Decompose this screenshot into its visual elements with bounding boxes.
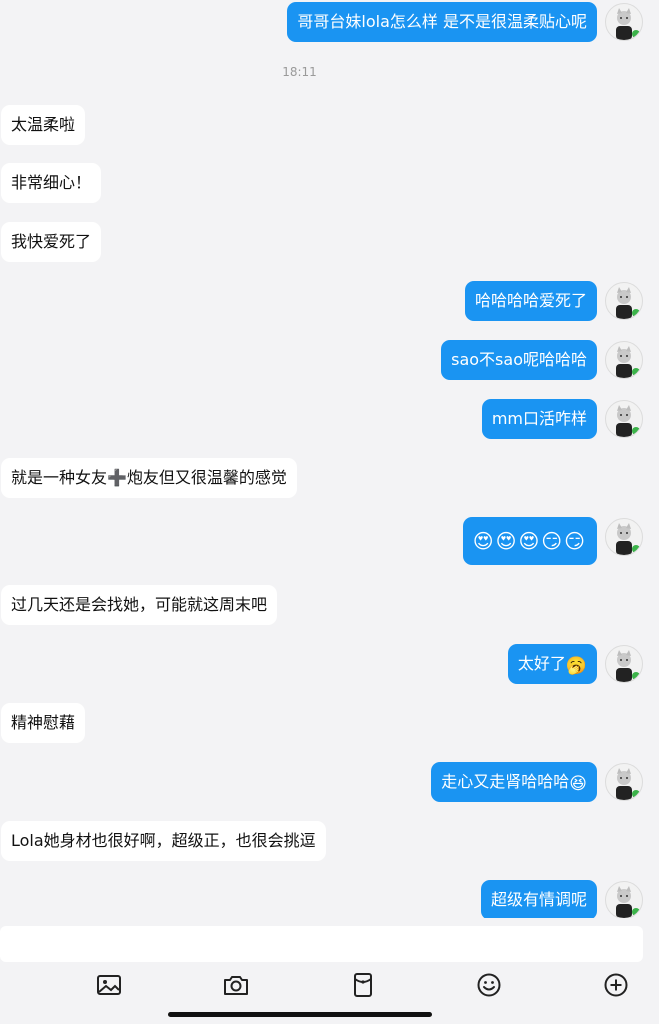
message-bubble-incoming[interactable]: 过几天还是会找她，可能就这周末吧: [1, 585, 278, 625]
image-icon[interactable]: [94, 970, 124, 1000]
message-row: 我快爱死了: [0, 222, 659, 262]
message-bubble-outgoing[interactable]: sao不sao呢哈哈哈: [441, 340, 597, 380]
message-text: 过几天还是会找她，可能就这周末吧: [11, 595, 268, 614]
camera-icon[interactable]: [221, 970, 251, 1000]
emoji-sticker: 🥱: [565, 656, 587, 676]
emoji-sticker: 😆: [569, 774, 587, 794]
message-row: Lola她身材也很好啊，超级正，也很会挑逗: [0, 821, 659, 861]
user-avatar[interactable]: [605, 881, 643, 919]
message-text: mm口活咋样: [491, 409, 587, 428]
user-avatar[interactable]: [605, 763, 643, 801]
message-row: 太好了🥱: [0, 644, 659, 684]
input-area: [0, 918, 659, 1024]
message-bubble-outgoing[interactable]: 😍😍😍😏😏: [462, 517, 597, 565]
message-row: sao不sao呢哈哈哈: [0, 340, 659, 380]
user-avatar[interactable]: [605, 518, 643, 556]
input-toolbar: [0, 970, 659, 1000]
message-bubble-incoming[interactable]: 非常细心！: [1, 163, 102, 203]
message-row: 非常细心！: [0, 163, 659, 203]
message-text: 太好了: [517, 654, 566, 673]
home-indicator: [168, 1012, 432, 1017]
red-packet-icon[interactable]: [348, 970, 378, 1000]
message-bubble-incoming[interactable]: 精神慰藉: [1, 703, 86, 743]
message-text: 哈哈哈哈爱死了: [474, 291, 587, 310]
message-text: 精神慰藉: [11, 713, 76, 732]
message-row: 就是一种女友➕炮友但又很温馨的感觉: [0, 458, 659, 498]
message-bubble-outgoing[interactable]: 哈哈哈哈爱死了: [464, 281, 597, 321]
message-row: mm口活咋样: [0, 399, 659, 439]
message-bubble-incoming[interactable]: Lola她身材也很好啊，超级正，也很会挑逗: [1, 821, 326, 861]
message-bubble-outgoing[interactable]: mm口活咋样: [481, 399, 597, 439]
message-bubble-incoming[interactable]: 我快爱死了: [1, 222, 102, 262]
message-row: 过几天还是会找她，可能就这周末吧: [0, 585, 659, 625]
message-text: sao不sao呢哈哈哈: [451, 350, 587, 369]
message-text: Lola她身材也很好啊，超级正，也很会挑逗: [11, 831, 316, 850]
message-row: 精神慰藉: [0, 703, 659, 743]
message-bubble-outgoing[interactable]: 超级有情调呢: [480, 880, 597, 920]
message-text: 超级有情调呢: [490, 890, 587, 909]
message-text: 就是一种女友➕炮友但又很温馨的感觉: [11, 468, 287, 487]
chat-history[interactable]: 哥哥台妹lola怎么样 是不是很温柔贴心呢 18:11 太温柔啦 非常细心！ 我…: [0, 0, 659, 920]
user-avatar[interactable]: [605, 341, 643, 379]
message-row: 走心又走肾哈哈哈😆: [0, 762, 659, 802]
emoji-sticker: 😍😍😍😏😏: [472, 529, 587, 553]
message-bubble-outgoing[interactable]: 走心又走肾哈哈哈😆: [431, 762, 597, 802]
message-bubble-outgoing[interactable]: 太好了🥱: [507, 644, 597, 684]
message-text: 我快爱死了: [11, 232, 92, 251]
user-avatar[interactable]: [605, 400, 643, 438]
message-row: 😍😍😍😏😏: [0, 517, 659, 565]
message-row: 超级有情调呢: [0, 880, 659, 920]
message-row: 太温柔啦: [0, 105, 659, 145]
message-input[interactable]: [0, 926, 643, 962]
message-text: 哥哥台妹lola怎么样 是不是很温柔贴心呢: [297, 12, 587, 31]
plus-icon[interactable]: [601, 970, 631, 1000]
message-text: 非常细心！: [11, 173, 92, 192]
message-row: 哈哈哈哈爱死了: [0, 281, 659, 321]
message-bubble-outgoing[interactable]: 哥哥台妹lola怎么样 是不是很温柔贴心呢: [287, 2, 597, 42]
message-text: 太温柔啦: [11, 115, 76, 134]
time-divider: 18:11: [282, 65, 317, 79]
user-avatar[interactable]: [605, 645, 643, 683]
message-bubble-incoming[interactable]: 太温柔啦: [1, 105, 86, 145]
message-row: 哥哥台妹lola怎么样 是不是很温柔贴心呢: [0, 2, 659, 42]
user-avatar[interactable]: [605, 282, 643, 320]
emoji-icon[interactable]: [474, 970, 504, 1000]
message-bubble-incoming[interactable]: 就是一种女友➕炮友但又很温馨的感觉: [1, 458, 297, 498]
user-avatar[interactable]: [605, 3, 643, 41]
message-text: 走心又走肾哈哈哈: [441, 772, 570, 791]
